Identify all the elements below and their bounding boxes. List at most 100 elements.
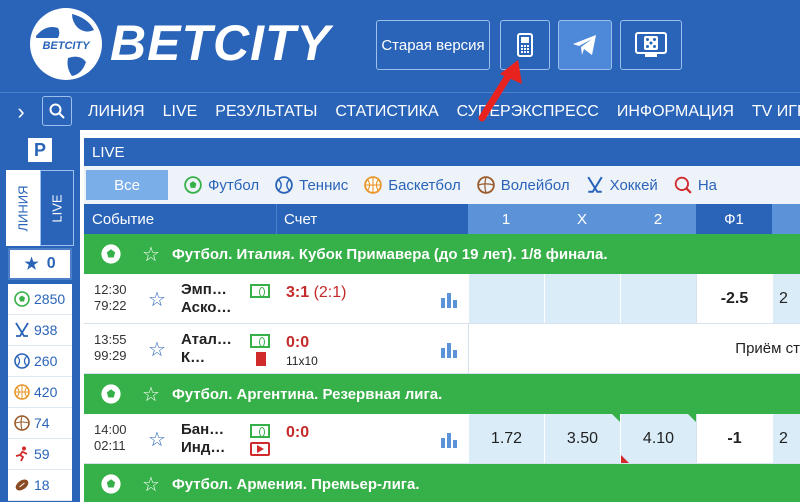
match-teams[interactable]: Эмп… Аско…	[181, 281, 231, 317]
odds-f1[interactable]: -2.5	[696, 274, 772, 323]
football-icon	[101, 244, 121, 264]
sidebar-item-athletics[interactable]: 59	[8, 439, 72, 470]
favorite-star-icon[interactable]: ☆	[142, 382, 160, 407]
column-x: X	[544, 204, 620, 234]
nav-item-information[interactable]: ИНФОРМАЦИЯ	[617, 103, 734, 121]
favorite-star-icon[interactable]: ☆	[148, 287, 166, 312]
sidebar-item-basketball[interactable]: 420	[8, 377, 72, 408]
sport-count: 18	[34, 477, 50, 493]
statistics-icon[interactable]	[440, 290, 458, 308]
globe-text: BETCITY	[42, 40, 91, 52]
odds-more[interactable]: 2	[772, 414, 800, 463]
sidebar-item-tennis[interactable]: 260	[8, 346, 72, 377]
parking-icon[interactable]: P	[28, 138, 52, 162]
tab-line-label: ЛИНИЯ	[15, 185, 31, 231]
favorite-star-icon[interactable]: ☆	[148, 427, 166, 452]
match-time: 12:30 79:22	[94, 282, 127, 313]
bets-closed-text: Приём ст	[468, 324, 800, 373]
filter-all-button[interactable]: Все	[86, 170, 168, 200]
field-icon[interactable]	[250, 334, 270, 348]
search-icon	[49, 103, 65, 119]
column-score: Счет	[284, 210, 318, 228]
match-score: 3:1 (2:1)	[286, 284, 347, 301]
filter-tennis[interactable]: Теннис	[275, 176, 348, 194]
live-title: LIVE	[84, 138, 800, 166]
filter-table-tennis[interactable]: На	[674, 176, 717, 194]
filter-label: На	[697, 176, 717, 194]
table-tennis-icon	[674, 176, 692, 194]
match-time: 13:55 99:29	[94, 332, 127, 363]
athletics-icon	[15, 446, 28, 462]
annotation-arrow-icon	[478, 60, 522, 122]
search-button[interactable]	[42, 96, 72, 126]
basketball-icon	[364, 176, 383, 194]
favorite-star-icon[interactable]: ☆	[142, 472, 160, 497]
nav-item-statistics[interactable]: СТАТИСТИКА	[335, 103, 438, 121]
league-header[interactable]: ☆ Футбол. Италия. Кубок Примавера (до 19…	[84, 234, 800, 274]
odds-2[interactable]: 4.10	[620, 414, 696, 463]
sport-count-list: 2850 938 260 420 74 59 18	[8, 284, 72, 501]
live-video-icon[interactable]	[250, 442, 270, 456]
match-teams[interactable]: Атал… К…	[181, 331, 232, 367]
tab-live[interactable]: LIVE	[40, 170, 74, 246]
main-nav: › ЛИНИЯ LIVE РЕЗУЛЬТАТЫ СТАТИСТИКА СУПЕР…	[0, 92, 800, 130]
statistics-icon[interactable]	[440, 340, 458, 358]
live-events-panel: LIVE Все Футбол Теннис Баскетбол Волейбо…	[84, 138, 800, 502]
field-icon[interactable]	[250, 424, 270, 438]
odds-up-marker	[612, 414, 620, 422]
sport-count: 2850	[34, 291, 66, 307]
filter-volleyball[interactable]: Волейбол	[476, 176, 570, 194]
statistics-icon[interactable]	[440, 430, 458, 448]
nav-expand-arrow-icon[interactable]: ›	[6, 97, 36, 127]
match-row[interactable]: 14:00 02:11 ☆ Бан… Инд… 0:0 1.72 3.50 4.10…	[84, 414, 800, 464]
odds-x[interactable]	[544, 274, 620, 323]
odds-up-marker	[688, 414, 696, 422]
nav-item-results[interactable]: РЕЗУЛЬТАТЫ	[215, 103, 317, 121]
match-row[interactable]: 12:30 79:22 ☆ Эмп… Аско… 3:1 (2:1) -2.5 2	[84, 274, 800, 324]
odds-x[interactable]: 3.50	[544, 414, 620, 463]
betcity-globe-logo[interactable]: BETCITY	[28, 6, 104, 82]
filter-basketball[interactable]: Баскетбол	[364, 176, 461, 194]
nav-item-tv-games[interactable]: TV ИГРЫ	[752, 103, 800, 121]
favorite-star-icon[interactable]: ☆	[148, 337, 166, 362]
match-score: 0:0	[286, 334, 310, 351]
volleyball-icon	[476, 176, 495, 194]
favorite-star-icon[interactable]: ☆	[142, 242, 160, 267]
filter-football[interactable]: Футбол	[184, 176, 259, 194]
column-more	[772, 204, 800, 234]
brand-name[interactable]: BETCITY	[110, 14, 331, 72]
field-icon[interactable]	[250, 284, 270, 298]
match-score: 0:0	[286, 424, 310, 441]
american-football-icon	[15, 479, 29, 491]
sport-count: 74	[34, 415, 50, 431]
football-icon	[184, 176, 202, 194]
odds-1[interactable]: 1.72	[468, 414, 544, 463]
match-teams[interactable]: Бан… Инд…	[181, 421, 225, 457]
telegram-button[interactable]	[558, 20, 612, 70]
match-row[interactable]: 13:55 99:29 ☆ Атал… К… 0:0 11x10 Приём ст	[84, 324, 800, 374]
tennis-icon	[275, 176, 293, 194]
star-icon: ★	[24, 256, 39, 273]
sidebar-item-football[interactable]: 2850	[8, 284, 72, 315]
sport-count: 420	[34, 384, 58, 400]
odds-f1[interactable]: -1	[696, 414, 772, 463]
nav-item-live[interactable]: LIVE	[163, 103, 198, 121]
tab-line[interactable]: ЛИНИЯ	[6, 170, 40, 246]
football-icon	[101, 474, 121, 494]
sidebar-item-hockey[interactable]: 938	[8, 315, 72, 346]
favorites-count: 0	[46, 255, 56, 272]
nav-item-line[interactable]: ЛИНИЯ	[88, 103, 145, 121]
sidebar-item-volleyball[interactable]: 74	[8, 408, 72, 439]
sidebar-item-american-football[interactable]: 18	[8, 470, 72, 501]
favorites-button[interactable]: ★ 0	[8, 248, 72, 280]
league-header[interactable]: ☆ Футбол. Армения. Премьер-лига.	[84, 464, 800, 502]
tv-games-button[interactable]	[620, 20, 682, 70]
odds-2[interactable]	[620, 274, 696, 323]
league-header[interactable]: ☆ Футбол. Аргентина. Резервная лига.	[84, 374, 800, 414]
column-f1: Ф1	[696, 204, 772, 234]
sport-count: 938	[34, 322, 58, 338]
filter-hockey[interactable]: Хоккей	[586, 176, 658, 194]
filter-label: Баскетбол	[388, 176, 461, 194]
odds-1[interactable]	[468, 274, 544, 323]
odds-more[interactable]: 2	[772, 274, 800, 323]
